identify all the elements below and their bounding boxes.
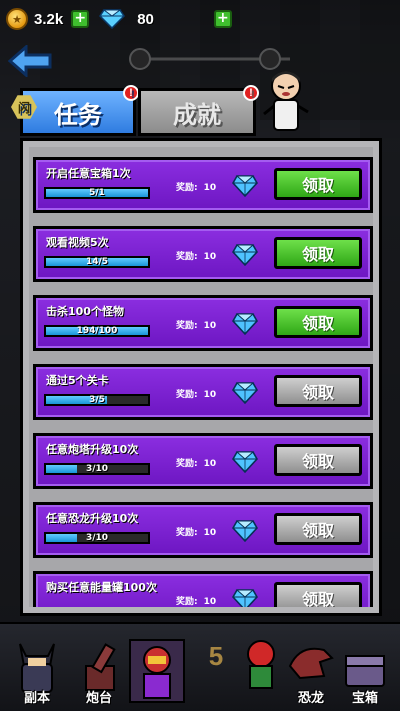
quest-row: 任意炮塔升级10次 3/10 奖励: 10 领取 [33, 433, 373, 489]
gem-icon [232, 520, 258, 543]
nav-item-hero-selected[interactable] [126, 636, 188, 708]
quest-reward-value: 10 [203, 252, 217, 262]
add-gold-button[interactable]: + [71, 10, 90, 28]
quest-progress-bar: 3/5 [44, 394, 150, 406]
quest-title: 开启任意宝箱1次 [46, 167, 131, 180]
quest-reward-value: 10 [203, 459, 217, 469]
quest-row: 开启任意宝箱1次 5/1 奖励: 10 领取 [33, 157, 373, 213]
quest-reward: 奖励: 10 [176, 249, 216, 262]
quest-title: 通过5个关卡 [46, 374, 109, 387]
currency-bar: ★ 3.2k + 80 + [6, 6, 394, 32]
quest-reward: 奖励: 10 [176, 318, 216, 331]
nav-label-treasure: 宝箱 [351, 690, 378, 705]
claim-button[interactable]: 领取 [274, 444, 362, 476]
quest-row: 击杀100个怪物 194/100 奖励: 10 领取 [33, 295, 373, 351]
gem-icon [232, 175, 258, 198]
quest-progress-text: 3/10 [85, 464, 109, 474]
tasks-notification-badge: ! [123, 85, 139, 101]
gem-amount: 80 [137, 10, 154, 28]
nav-item-treasure[interactable]: 宝箱 [334, 636, 396, 708]
quest-progress-bar: 3/10 [44, 463, 150, 475]
quest-reward-value: 10 [203, 183, 217, 193]
quest-reward-label: 奖励: [176, 390, 198, 400]
gem-icon [232, 451, 258, 474]
claim-button[interactable]: 领取 [274, 513, 362, 545]
add-gems-button[interactable]: + [213, 10, 232, 28]
claim-button[interactable]: 领取 [274, 582, 362, 607]
quest-progress-text: 5/1 [89, 188, 105, 198]
gem-icon [232, 382, 258, 405]
quest-progress-text: 3/10 [85, 533, 109, 543]
gold-amount: 3.2k [34, 10, 64, 28]
claim-button[interactable]: 领取 [274, 306, 362, 338]
quest-row: 通过5个关卡 3/5 奖励: 10 领取 [33, 364, 373, 420]
back-arrow-icon[interactable] [8, 45, 52, 77]
quest-progress-bar: 194/100 [44, 325, 150, 337]
gem-icon [232, 313, 258, 336]
gold-coin-icon: ★ [6, 8, 28, 30]
tab-achievements-label: 成就 [173, 101, 221, 129]
quest-progress-bar: 3/10 [44, 532, 150, 544]
gem-icon [232, 244, 258, 267]
quest-panel: 开启任意宝箱1次 5/1 奖励: 10 领取 观看视频5次 14/5 奖励: 10 领取 击杀100… [20, 138, 382, 616]
character-avatar [263, 71, 309, 131]
quest-reward-label: 奖励: [176, 183, 198, 193]
claim-button[interactable]: 领取 [274, 375, 362, 407]
quest-title: 任意炮塔升级10次 [46, 443, 139, 456]
quest-title: 购买任意能量罐100次 [46, 581, 157, 594]
quest-reward-label: 奖励: [176, 597, 198, 607]
quest-reward-label: 奖励: [176, 252, 198, 262]
quest-reward-value: 10 [203, 390, 217, 400]
quest-reward: 奖励: 10 [176, 387, 216, 400]
gem-icon [99, 9, 126, 29]
quest-row: 购买任意能量罐100次奖励: 10 领取 [33, 571, 373, 607]
achievements-notification-badge: ! [243, 85, 259, 101]
nav-item-dungeon[interactable]: 副本 [6, 636, 68, 708]
nav-label-dungeon: 副本 [23, 690, 50, 705]
selected-hero-level: 5 [208, 641, 224, 671]
gem-icon [232, 589, 258, 607]
quest-reward: 奖励: 10 [176, 456, 216, 469]
quest-reward-value: 10 [203, 597, 217, 607]
tab-tasks-label: 任务 [54, 101, 102, 129]
quest-progress-bar: 5/1 [44, 187, 150, 199]
quest-progress-text: 3/5 [89, 395, 105, 405]
quest-list[interactable]: 开启任意宝箱1次 5/1 奖励: 10 领取 观看视频5次 14/5 奖励: 10 领取 击杀100… [29, 147, 373, 607]
nav-item-turret[interactable]: 炮台 [68, 636, 130, 708]
claim-button[interactable]: 领取 [274, 168, 362, 200]
quest-reward: 奖励: 10 [176, 525, 216, 538]
quest-title: 观看视频5次 [46, 236, 109, 249]
ironman-hero-icon [129, 639, 185, 703]
quest-title: 击杀100个怪物 [46, 305, 124, 318]
quest-progress-text: 194/100 [76, 326, 118, 336]
tab-achievements[interactable]: 成就 ! [138, 85, 259, 136]
quest-reward-label: 奖励: [176, 459, 198, 469]
quest-title: 任意恐龙升级10次 [46, 512, 139, 525]
nav-label-dinosaur: 恐龙 [297, 690, 324, 705]
quest-progress-text: 14/5 [85, 257, 109, 267]
quest-progress-bar: 14/5 [44, 256, 150, 268]
quest-reward: 奖励: 10 [176, 594, 216, 607]
quest-reward-value: 10 [203, 528, 217, 538]
quest-row: 任意恐龙升级10次 3/10 奖励: 10 领取 [33, 502, 373, 558]
quest-reward-value: 10 [203, 321, 217, 331]
quest-row: 观看视频5次 14/5 奖励: 10 领取 [33, 226, 373, 282]
quest-reward: 奖励: 10 [176, 180, 216, 193]
quest-reward-label: 奖励: [176, 528, 198, 538]
nav-label-turret: 炮台 [85, 690, 112, 705]
claim-button[interactable]: 领取 [274, 237, 362, 269]
nav-item-dinosaur[interactable]: 恐龙 [280, 636, 342, 708]
tab-tasks[interactable]: 闪 任务 ! [11, 85, 139, 136]
quest-reward-label: 奖励: [176, 321, 198, 331]
